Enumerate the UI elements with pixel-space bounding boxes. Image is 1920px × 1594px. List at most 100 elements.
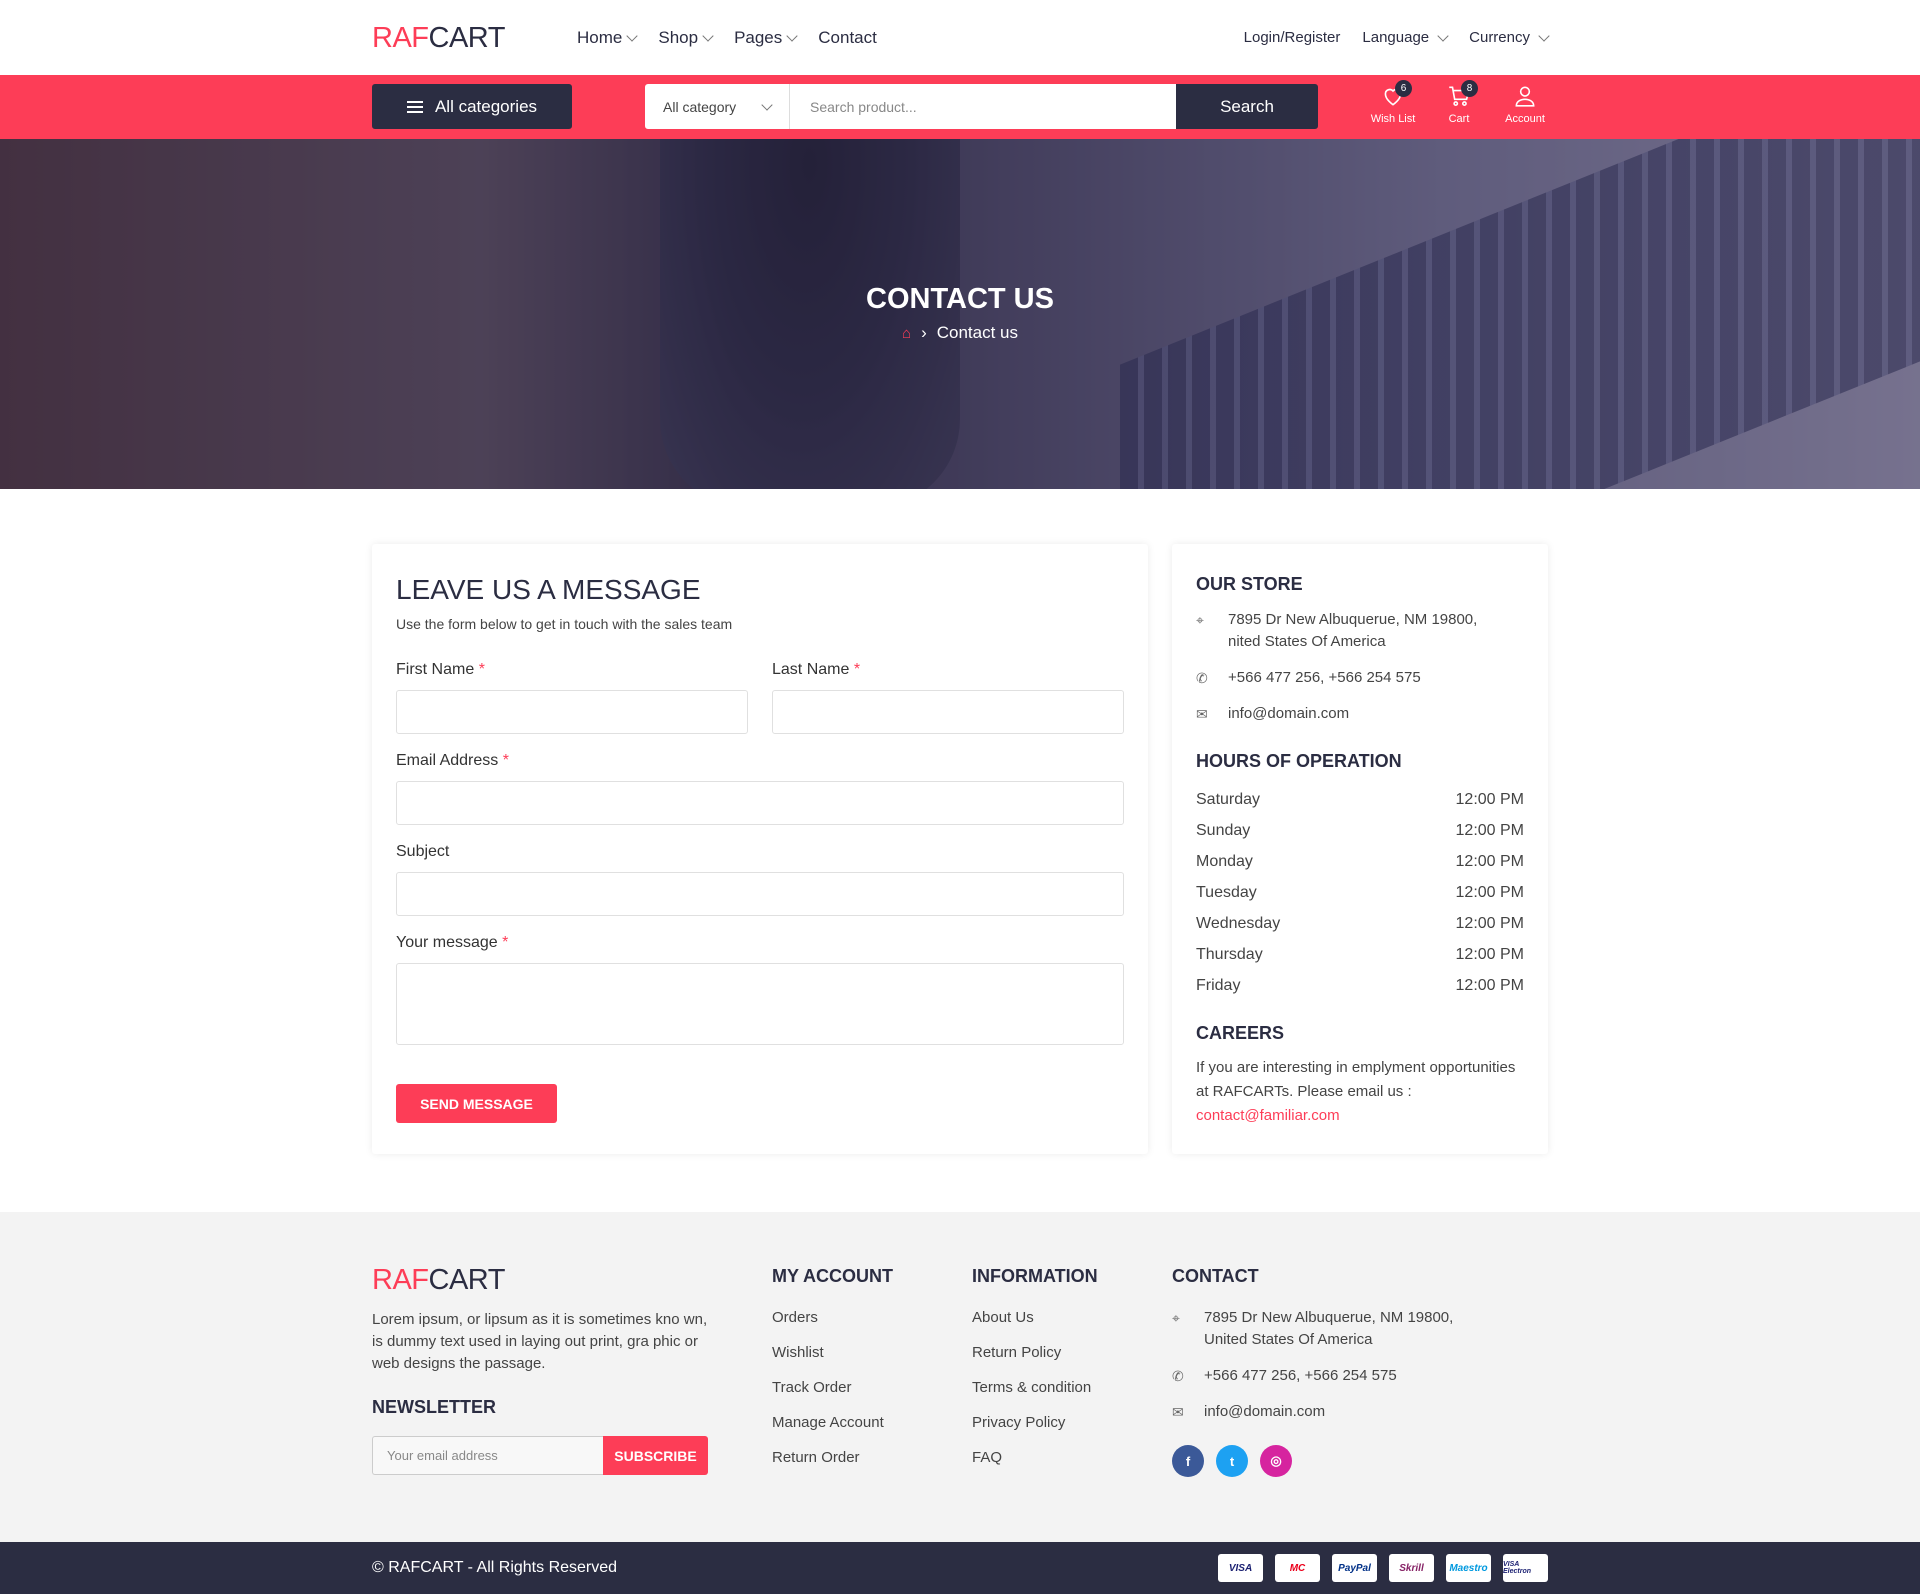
social-links: f t ◎: [1172, 1445, 1453, 1477]
footer-address: ⌖ 7895 Dr New Albuquerue, NM 19800, Unite…: [1172, 1307, 1453, 1351]
careers-title: CAREERS: [1196, 1023, 1285, 1043]
top-header: RAFCART Home Shop Pages Contact Login/Re…: [0, 0, 1920, 75]
location-pin-icon: ⌖: [1196, 612, 1204, 628]
hours-row: Friday 12:00 PM: [1196, 976, 1524, 994]
store-phone: ✆ +566 477 256, +566 254 575: [1196, 667, 1524, 689]
wishlist-button[interactable]: 6 Wish List: [1370, 80, 1416, 125]
store-title: OUR STORE: [1196, 574, 1303, 594]
hours-row: Thursday 12:00 PM: [1196, 945, 1524, 963]
phone-icon: ✆: [1196, 670, 1208, 686]
phone-icon: ✆: [1172, 1368, 1184, 1384]
footer-link-terms[interactable]: Terms & condition: [972, 1379, 1098, 1396]
careers-text: If you are interesting in emplyment oppo…: [1196, 1059, 1516, 1124]
wishlist-count-badge: 6: [1395, 80, 1412, 97]
message-label: Your message *: [396, 934, 509, 951]
cart-count-badge: 8: [1461, 80, 1478, 97]
form-subtitle: Use the form below to get in touch with …: [396, 616, 733, 632]
footer-link-orders[interactable]: Orders: [772, 1309, 893, 1326]
footer-link-return-order[interactable]: Return Order: [772, 1449, 893, 1466]
store-email: ✉ info@domain.com: [1196, 703, 1524, 725]
subscribe-button[interactable]: SUBSCRIBE: [603, 1436, 708, 1475]
envelope-icon: ✉: [1196, 706, 1208, 722]
footer-logo[interactable]: RAFCART: [372, 1264, 712, 1297]
home-icon[interactable]: ⌂: [902, 325, 911, 342]
hero-banner: CONTACT US ⌂ › Contact us: [0, 139, 1920, 489]
nav-pages[interactable]: Pages: [734, 28, 798, 48]
hours-row: Tuesday 12:00 PM: [1196, 883, 1524, 901]
footer-email: ✉ info@domain.com: [1172, 1401, 1453, 1423]
contact-form-card: LEAVE US A MESSAGE Use the form below to…: [372, 544, 1148, 1154]
search-button[interactable]: Search: [1176, 84, 1318, 129]
last-name-label: Last Name *: [772, 661, 861, 678]
footer-link-manage-account[interactable]: Manage Account: [772, 1414, 893, 1431]
chevron-down-icon: [626, 30, 639, 42]
send-message-button[interactable]: SEND MESSAGE: [396, 1084, 557, 1123]
footer-contact: CONTACT ⌖ 7895 Dr New Albuquerue, NM 198…: [1172, 1266, 1453, 1477]
hours-row: Wednesday 12:00 PM: [1196, 914, 1524, 932]
footer-description: Lorem ipsum, or lipsum as it is sometime…: [372, 1311, 708, 1372]
visa-electron-icon: VISA Electron: [1503, 1554, 1548, 1582]
footer-link-track-order[interactable]: Track Order: [772, 1379, 893, 1396]
message-textarea[interactable]: [396, 963, 1124, 1045]
search-bar: All categories All category Search 6 Wis…: [0, 75, 1920, 139]
nav-contact[interactable]: Contact: [818, 28, 877, 48]
facebook-icon[interactable]: f: [1172, 1445, 1204, 1477]
nav-shop[interactable]: Shop: [658, 28, 714, 48]
first-name-field[interactable]: [396, 690, 748, 734]
paypal-icon: PayPal: [1332, 1554, 1377, 1582]
instagram-icon[interactable]: ◎: [1260, 1445, 1292, 1477]
newsletter-title: NEWSLETTER: [372, 1397, 496, 1417]
hours-row: Sunday 12:00 PM: [1196, 821, 1524, 839]
footer-link-about-us[interactable]: About Us: [972, 1309, 1098, 1326]
copyright: © RAFCART - All Rights Reserved: [372, 1559, 618, 1576]
footer-link-wishlist[interactable]: Wishlist: [772, 1344, 893, 1361]
header-icons: 6 Wish List 8 Cart Account: [1370, 80, 1548, 125]
newsletter-email-input[interactable]: [372, 1436, 603, 1475]
search-input[interactable]: [790, 84, 1176, 129]
chevron-down-icon: [702, 30, 714, 42]
account-button[interactable]: Account: [1502, 83, 1548, 125]
newsletter-form: SUBSCRIBE: [372, 1436, 712, 1475]
nav-home[interactable]: Home: [577, 28, 639, 48]
twitter-icon[interactable]: t: [1216, 1445, 1248, 1477]
cart-button[interactable]: 8 Cart: [1436, 80, 1482, 125]
maestro-icon: Maestro: [1446, 1554, 1491, 1582]
form-title: LEAVE US A MESSAGE: [396, 574, 701, 605]
store-address: ⌖ 7895 Dr New Albuquerue, NM 19800, nited…: [1196, 609, 1524, 653]
last-name-field[interactable]: [772, 690, 1124, 734]
logo[interactable]: RAFCART: [372, 22, 505, 55]
subject-label: Subject: [396, 843, 450, 860]
store-info-card: OUR STORE ⌖ 7895 Dr New Albuquerue, NM 1…: [1172, 544, 1548, 1154]
chevron-down-icon: [1538, 29, 1550, 42]
careers-email-link[interactable]: contact@familiar.com: [1196, 1107, 1340, 1124]
chevron-down-icon: [1437, 29, 1449, 42]
information-title: INFORMATION: [972, 1266, 1098, 1286]
chevron-down-icon: [761, 98, 773, 111]
visa-icon: VISA: [1218, 1554, 1263, 1582]
first-name-label: First Name *: [396, 661, 485, 678]
login-register-link[interactable]: Login/Register: [1244, 29, 1341, 46]
breadcrumb: ⌂ › Contact us: [0, 323, 1920, 343]
footer-link-faq[interactable]: FAQ: [972, 1449, 1098, 1466]
hours-row: Saturday 12:00 PM: [1196, 790, 1524, 808]
currency-dropdown[interactable]: Currency: [1469, 29, 1550, 46]
all-categories-button[interactable]: All categories: [372, 84, 572, 129]
skrill-icon: Skrill: [1389, 1554, 1434, 1582]
footer: RAFCART Lorem ipsum, or lipsum as it is …: [0, 1212, 1920, 1542]
breadcrumb-current: Contact us: [936, 323, 1018, 342]
user-icon: [1515, 86, 1535, 107]
menu-icon: [406, 100, 423, 113]
subject-field[interactable]: [396, 872, 1124, 916]
location-pin-icon: ⌖: [1172, 1310, 1180, 1326]
email-label: Email Address *: [396, 752, 509, 769]
bottom-bar: © RAFCART - All Rights Reserved VISA MC …: [0, 1542, 1920, 1594]
footer-about: RAFCART Lorem ipsum, or lipsum as it is …: [372, 1264, 712, 1475]
email-field[interactable]: [396, 781, 1124, 825]
footer-link-privacy[interactable]: Privacy Policy: [972, 1414, 1098, 1431]
mastercard-icon: MC: [1275, 1554, 1320, 1582]
category-select[interactable]: All category: [645, 84, 790, 129]
language-dropdown[interactable]: Language: [1362, 29, 1449, 46]
footer-link-return-policy[interactable]: Return Policy: [972, 1344, 1098, 1361]
page-title: CONTACT US: [866, 283, 1054, 315]
footer-phone: ✆ +566 477 256, +566 254 575: [1172, 1365, 1453, 1387]
